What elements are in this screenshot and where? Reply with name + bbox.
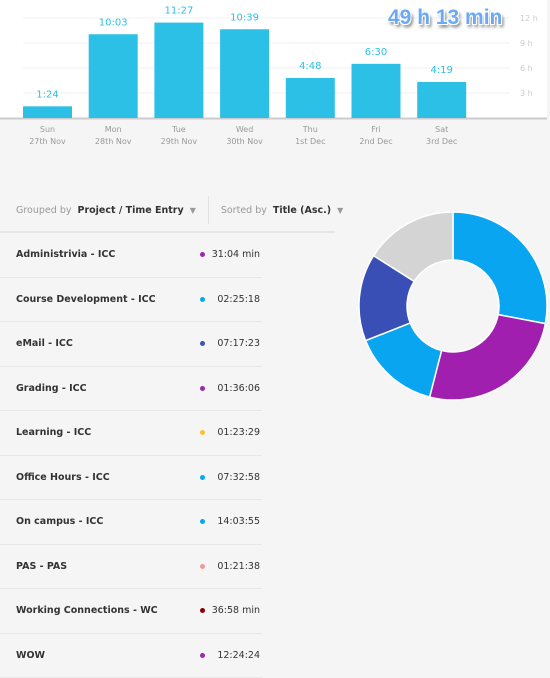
entry-duration: 12:24:24 [217,650,260,661]
project-donut-chart [355,208,550,404]
entry-title: Administrivia - ICC [16,249,115,260]
bar-value-label: 11:27 [164,6,193,17]
sort-by-dropdown[interactable]: Sorted by Title (Asc.) ▼ [221,205,343,216]
entry-title: Office Hours - ICC [16,472,110,483]
x-day-label: Sat [435,125,448,134]
list-controls: Grouped by Project / Time Entry ▼ Sorted… [16,196,343,224]
list-item[interactable]: Office Hours - ICC 07:32:58 [0,456,262,501]
entry-duration: 01:21:38 [217,561,260,572]
entry-title: eMail - ICC [16,338,73,349]
entry-duration: 01:36:06 [217,383,260,394]
list-item[interactable]: Administrivia - ICC 31:04 min [0,233,262,278]
y-tick-label: 3 h [520,89,533,98]
entry-duration: 07:32:58 [217,472,260,483]
sort-by-value: Title (Asc.) [273,205,331,216]
x-date-label: 28th Nov [95,137,132,146]
entry-title: Course Development - ICC [16,294,156,305]
color-dot-icon [200,475,205,480]
color-dot-icon [200,430,205,435]
bar-mon[interactable] [89,34,138,118]
bar-thu[interactable] [286,78,335,118]
color-dot-icon [200,519,205,524]
bar-sun[interactable] [23,106,72,118]
bar-value-label: 10:03 [99,17,128,28]
x-day-label: Sun [40,125,55,134]
entry-title: WOW [16,650,45,661]
x-date-label: 1st Dec [295,137,325,146]
list-item[interactable]: On campus - ICC 14:03:55 [0,500,262,545]
x-day-label: Wed [236,125,253,134]
color-dot-icon [200,564,205,569]
bar-fri[interactable] [352,64,401,118]
list-item[interactable]: WOW 12:24:24 [0,634,262,678]
list-item[interactable]: Grading - ICC 01:36:06 [0,367,262,412]
list-item[interactable]: Working Connections - WC 36:58 min [0,589,262,634]
bar-value-label: 4:48 [299,61,321,72]
bar-wed[interactable] [220,29,269,118]
list-item[interactable]: PAS - PAS 01:21:38 [0,545,262,590]
total-duration: 49 h 13 min [388,6,502,30]
color-dot-icon [200,297,205,302]
entry-list: Administrivia - ICC 31:04 min Course Devel… [0,233,262,678]
color-dot-icon [200,653,205,658]
x-date-label: 29th Nov [161,137,198,146]
entry-duration: 31:04 min [212,249,260,260]
bar-value-label: 6:30 [365,47,387,58]
donut-slice[interactable] [430,315,546,400]
color-dot-icon [200,252,205,257]
entry-title: On campus - ICC [16,516,103,527]
bar-tue[interactable] [154,23,203,118]
y-tick-label: 6 h [520,64,533,73]
group-by-label: Grouped by [16,205,71,216]
bar-value-label: 10:39 [230,12,259,23]
x-day-label: Fri [371,125,381,134]
bar-sat[interactable] [417,82,466,118]
x-day-label: Thu [302,125,318,134]
group-by-dropdown[interactable]: Grouped by Project / Time Entry ▼ [16,205,196,216]
entry-duration: 07:17:23 [217,338,260,349]
entry-duration: 01:23:29 [217,427,260,438]
group-by-value: Project / Time Entry [77,205,183,216]
bar-value-label: 1:24 [36,89,58,100]
entry-duration: 14:03:55 [217,516,260,527]
x-date-label: 2nd Dec [359,137,392,146]
x-date-label: 30th Nov [226,137,263,146]
caret-down-icon: ▼ [190,206,196,215]
list-item[interactable]: Course Development - ICC 02:25:18 [0,278,262,323]
y-tick-label: 12 h [520,14,538,23]
color-dot-icon [200,608,205,613]
entry-duration: 36:58 min [212,605,260,616]
color-dot-icon [200,386,205,391]
sort-by-label: Sorted by [221,205,267,216]
bar-value-label: 4:19 [430,65,452,76]
entry-title: Working Connections - WC [16,605,158,616]
list-item[interactable]: eMail - ICC 07:17:23 [0,322,262,367]
donut-slice[interactable] [453,212,547,324]
x-day-label: Tue [171,125,186,134]
entry-title: PAS - PAS [16,561,67,572]
list-item[interactable]: Learning - ICC 01:23:29 [0,411,262,456]
entry-title: Grading - ICC [16,383,87,394]
divider [208,196,209,224]
y-tick-label: 9 h [520,39,533,48]
x-date-label: 27th Nov [29,137,66,146]
entry-duration: 02:25:18 [217,294,260,305]
color-dot-icon [200,341,205,346]
x-date-label: 3rd Dec [426,137,457,146]
caret-down-icon: ▼ [337,206,343,215]
entry-title: Learning - ICC [16,427,91,438]
x-day-label: Mon [105,125,122,134]
